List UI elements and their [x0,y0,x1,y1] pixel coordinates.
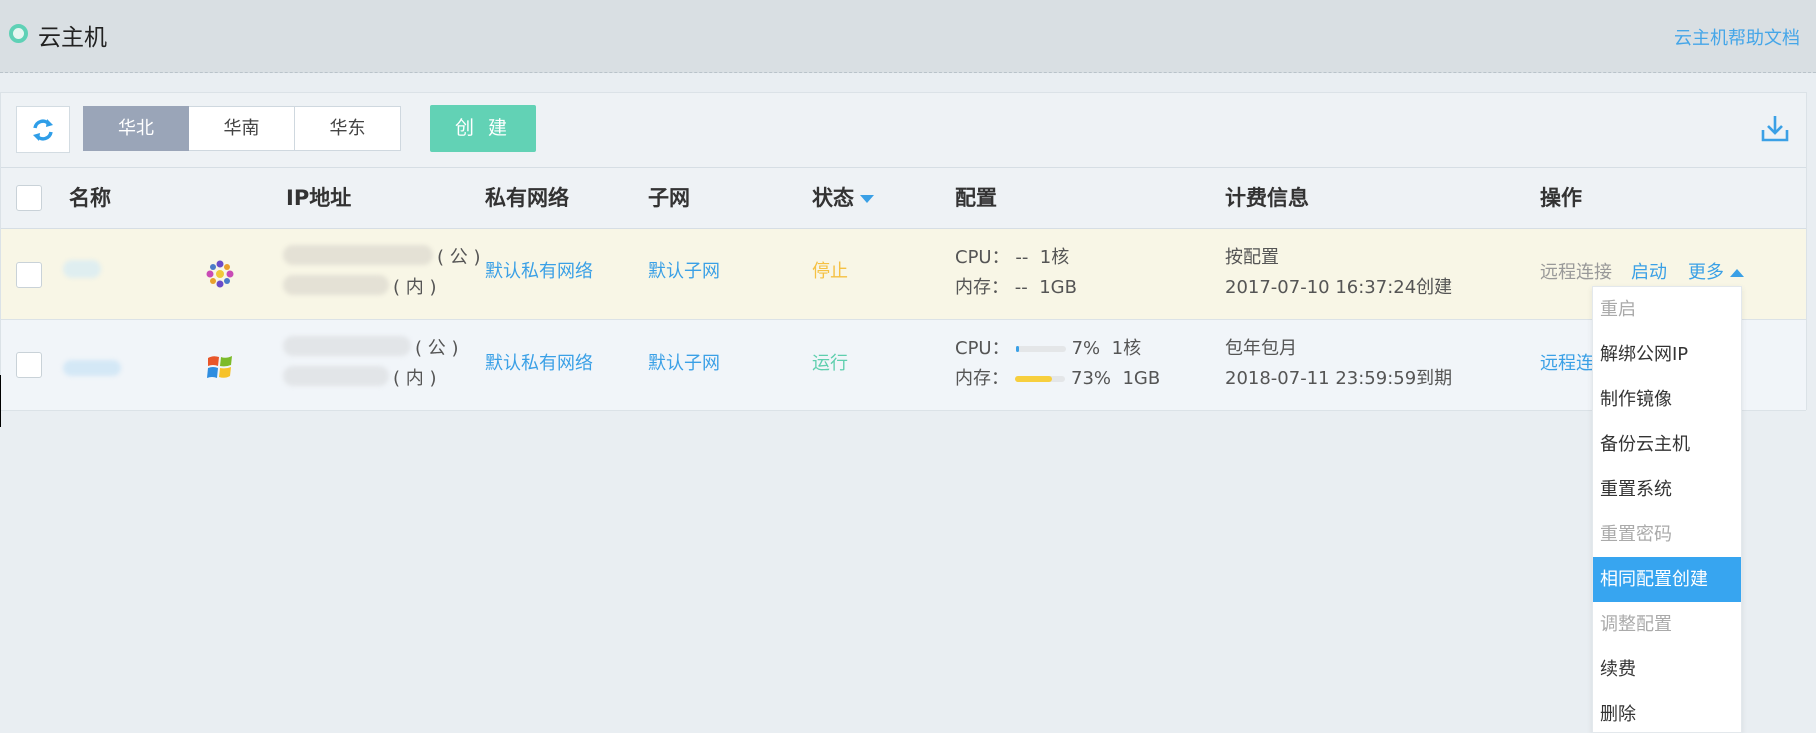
mem-size: 1GB [1039,277,1077,298]
cpu-cores: 1核 [1039,247,1070,268]
instance-panel: 华北 华南 华东 创 建 名称 IP地址 私有网络 子网 状态 配置 计费信息 … [0,92,1807,411]
billing-time: 2018-07-11 23:59:59到期 [1225,368,1453,389]
column-config: 配置 [955,186,997,210]
region-tab-huabei[interactable]: 华北 [83,106,189,151]
cluster-os-icon [205,259,235,289]
mem-usage-bar [1015,376,1065,382]
column-vpc: 私有网络 [485,186,569,210]
private-ip-redacted [283,366,389,386]
more-label: 更多 [1688,262,1724,283]
menu-item-resize[interactable]: 调整配置 [1593,602,1741,647]
table-header: 名称 IP地址 私有网络 子网 状态 配置 计费信息 操作 [1,167,1806,229]
mem-value: 73% [1071,368,1112,389]
public-ip-redacted [283,336,411,356]
more-actions-toggle[interactable]: 更多 [1688,258,1744,284]
cpu-usage-bar [1015,346,1066,352]
download-button[interactable] [1760,113,1790,143]
cpu-label: CPU： [955,247,1010,268]
menu-item-delete[interactable]: 删除 [1593,692,1741,733]
page-header: 云主机 云主机帮助文档 [0,0,1816,73]
menu-item-clone-config[interactable]: 相同配置创建 [1593,557,1741,602]
cpu-usage: CPU： 7% 1核 [955,334,1141,360]
cloud-host-icon [9,24,28,43]
create-button[interactable]: 创 建 [430,105,536,152]
column-ip: IP地址 [286,186,352,210]
table-row: ( 公 ) ( 内 ) 默认私有网络 默认子网 停止 CPU： -- 1核 内存… [1,229,1806,320]
menu-item-renew[interactable]: 续费 [1593,647,1741,692]
status-text: 停止 [812,261,848,282]
cpu-value: 7% [1071,338,1101,359]
column-status[interactable]: 状态 [812,168,874,228]
refresh-icon [33,118,53,141]
remote-connect-link[interactable]: 远程连 [1540,349,1594,375]
billing-type: 按配置 [1225,247,1279,268]
sort-down-icon [860,195,874,203]
menu-item-restart[interactable]: 重启 [1593,287,1741,332]
windows-logo-icon [205,352,235,382]
text-cursor [0,375,1,427]
billing-type: 包年包月 [1225,338,1297,359]
row-checkbox[interactable] [16,352,42,378]
mem-config: 内存： -- 1GB [955,273,1077,299]
subnet-link[interactable]: 默认子网 [648,257,720,283]
select-all-checkbox[interactable] [16,185,42,211]
cpu-cores: 1核 [1111,338,1142,359]
instance-name-redacted[interactable] [63,260,101,278]
mem-label: 内存： [955,277,1009,298]
private-ip-tag: ( 内 ) [393,368,437,389]
menu-item-create-image[interactable]: 制作镜像 [1593,377,1741,422]
instance-name-redacted[interactable] [63,360,121,376]
column-subnet: 子网 [648,186,690,210]
cpu-label: CPU： [955,338,1010,359]
start-link[interactable]: 启动 [1631,258,1667,284]
public-ip-tag: ( 公 ) [415,338,459,359]
status-text: 运行 [812,353,848,374]
mem-size: 1GB [1122,368,1161,389]
vpc-link[interactable]: 默认私有网络 [485,349,593,375]
cpu-usage-fill [1015,346,1020,352]
table-row: ( 公 ) ( 内 ) 默认私有网络 默认子网 运行 CPU： 7% 1核 内存：… [1,320,1806,411]
mem-label: 内存： [955,368,1009,389]
instance-table: 名称 IP地址 私有网络 子网 状态 配置 计费信息 操作 (公) (内 … [1,167,1806,411]
vpc-link[interactable]: 默认私有网络 [485,257,593,283]
status-header-label: 状态 [812,186,854,210]
download-icon [1761,116,1789,142]
region-tab-huanan[interactable]: 华南 [189,106,295,151]
billing-time: 2017-07-10 16:37:24创建 [1225,277,1453,298]
row-checkbox[interactable] [16,262,42,288]
public-ip-redacted [283,245,433,265]
remote-connect-link-disabled[interactable]: 远程连接 [1540,258,1612,284]
column-billing: 计费信息 [1225,186,1309,210]
cpu-config: CPU： -- 1核 [955,243,1069,269]
menu-item-unbind-public-ip[interactable]: 解绑公网IP [1593,332,1741,377]
menu-item-reset-system[interactable]: 重置系统 [1593,467,1741,512]
menu-item-reset-password[interactable]: 重置密码 [1593,512,1741,557]
refresh-button[interactable] [16,106,70,153]
private-ip-redacted [283,275,389,295]
private-ip-tag: ( 内 ) [393,277,437,298]
mem-usage-fill [1015,376,1052,382]
cpu-value: -- [1015,247,1029,268]
region-tab-huadong[interactable]: 华东 [295,106,401,151]
caret-up-icon [1730,269,1744,277]
mem-value: -- [1014,277,1028,298]
public-ip-tag: ( 公 ) [437,247,481,268]
mem-usage: 内存： 73% 1GB [955,364,1160,390]
more-actions-menu: 重启 解绑公网IP 制作镜像 备份云主机 重置系统 重置密码 相同配置创建 调整… [1592,286,1742,733]
menu-item-backup[interactable]: 备份云主机 [1593,422,1741,467]
page-title: 云主机 [38,25,107,51]
subnet-link[interactable]: 默认子网 [648,349,720,375]
toolbar: 华北 华南 华东 创 建 [1,93,1806,167]
region-tabs: 华北 华南 华东 [83,106,401,151]
help-doc-link[interactable]: 云主机帮助文档 [1674,24,1800,50]
column-actions: 操作 [1540,186,1582,210]
column-name: 名称 [69,186,111,210]
